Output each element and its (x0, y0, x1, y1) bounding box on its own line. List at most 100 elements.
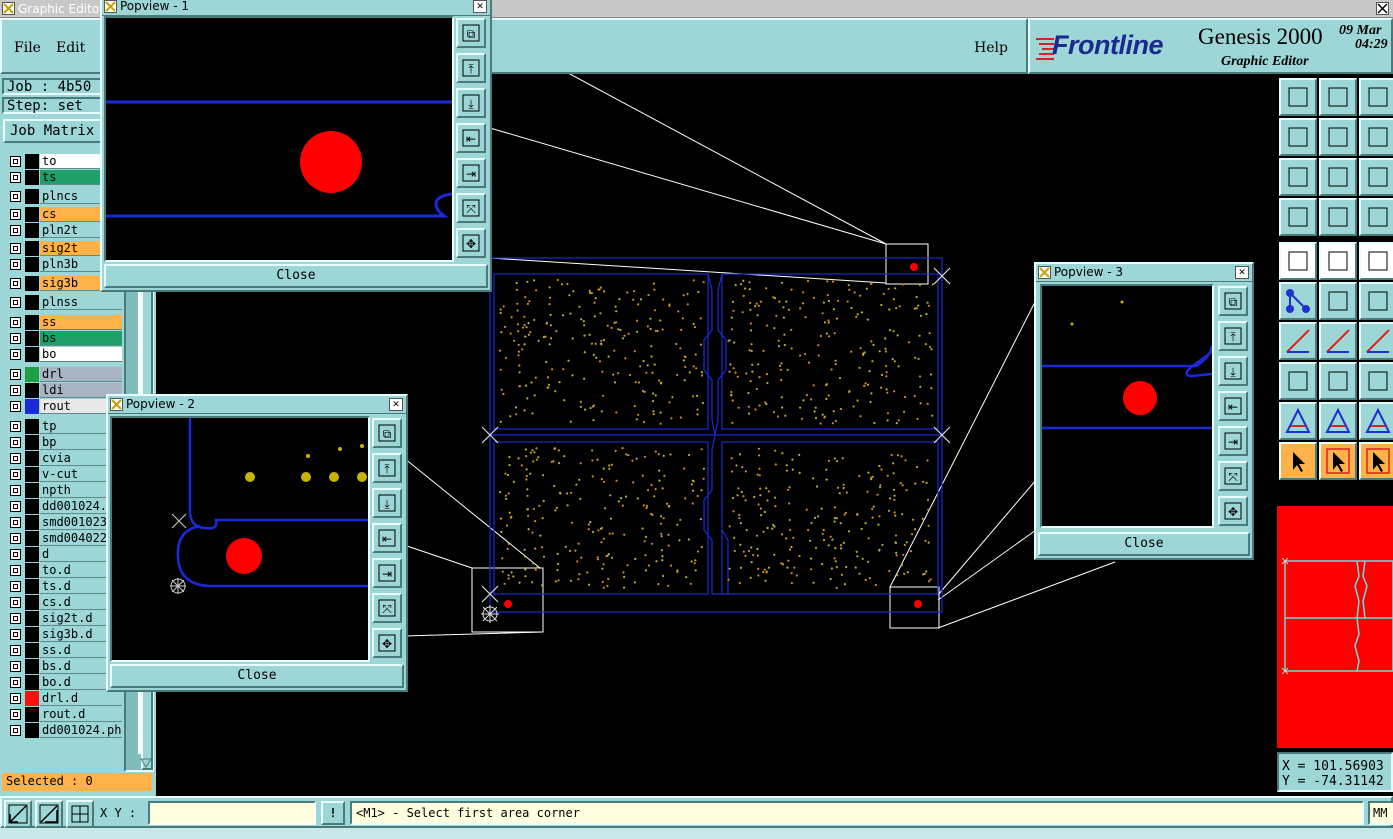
popview-3-tool-button[interactable]: ✥ (1218, 496, 1248, 526)
layer-color-swatch[interactable] (25, 611, 39, 626)
layer-color-swatch[interactable] (25, 383, 39, 398)
right-icon[interactable] (1319, 118, 1357, 156)
layer-color-swatch[interactable] (25, 419, 39, 434)
layer-checkbox[interactable] (10, 613, 21, 624)
layer-color-swatch[interactable] (25, 257, 39, 272)
scale-1-2-icon[interactable] (1359, 158, 1393, 196)
layer-color-swatch[interactable] (25, 435, 39, 450)
slope-icon[interactable] (1319, 322, 1357, 360)
connect-icon[interactable] (1279, 282, 1317, 320)
layer-checkbox[interactable] (10, 259, 21, 270)
close-icon[interactable]: ✕ (473, 0, 487, 13)
popview-2-tool-button[interactable]: ⇤ (372, 523, 402, 553)
layer-row[interactable]: cvia (2, 451, 122, 466)
layer-name[interactable]: bo (40, 347, 122, 362)
pointer-box-icon[interactable] (1319, 442, 1357, 480)
layer-row[interactable]: plnss (2, 295, 122, 310)
arch-icon[interactable] (1319, 402, 1357, 440)
stretch-icon[interactable] (1319, 362, 1357, 400)
measure-button[interactable] (35, 800, 63, 828)
units-indicator[interactable]: MM (1368, 801, 1393, 825)
layer-row[interactable]: to.d (2, 563, 122, 578)
layer-checkbox[interactable] (10, 693, 21, 704)
angle-icon[interactable] (1279, 322, 1317, 360)
close-icon[interactable]: ✕ (1235, 266, 1249, 279)
popview-1-close-button[interactable]: Close (104, 264, 488, 288)
layer-row[interactable]: ts.d (2, 579, 122, 594)
layer-row[interactable]: ss.d (2, 643, 122, 658)
arch2-icon[interactable] (1359, 402, 1393, 440)
popview-3-tool-button[interactable]: ⤒ (1218, 321, 1248, 351)
window-close-icon[interactable] (1376, 2, 1389, 15)
popview-1-titlebar[interactable]: Popview - 1 ✕ (102, 0, 490, 16)
layer-row[interactable]: bp (2, 435, 122, 450)
layer-color-swatch[interactable] (25, 643, 39, 658)
layer-color-swatch[interactable] (25, 276, 39, 291)
layer-color-swatch[interactable] (25, 331, 39, 346)
layer-color-swatch[interactable] (25, 223, 39, 238)
layer-color-swatch[interactable] (25, 499, 39, 514)
zoom-area-button[interactable] (4, 800, 32, 828)
triangle-icon[interactable] (1279, 402, 1317, 440)
home-icon[interactable] (1359, 78, 1393, 116)
left-icon[interactable] (1279, 118, 1317, 156)
popview-2-tool-button[interactable]: ⧉ (372, 418, 402, 448)
layer-name[interactable]: plnss (40, 295, 122, 310)
layer-color-swatch[interactable] (25, 207, 39, 222)
layer-color-swatch[interactable] (25, 241, 39, 256)
layer-row[interactable]: ldi (2, 383, 122, 398)
layer-color-swatch[interactable] (25, 189, 39, 204)
popview-3-tool-button[interactable]: ⇥ (1218, 426, 1248, 456)
layer-name[interactable]: drl (40, 367, 122, 382)
layer-checkbox[interactable] (10, 156, 21, 167)
popview-2-close-button[interactable]: Close (110, 664, 404, 688)
pointer-box2-icon[interactable] (1359, 442, 1393, 480)
layer-row[interactable]: tp (2, 419, 122, 434)
scroll-down-icon[interactable] (140, 758, 152, 768)
layer-row[interactable]: ss (2, 315, 122, 330)
close-icon[interactable]: ✕ (389, 398, 403, 411)
popview-3-view[interactable] (1040, 284, 1214, 528)
popview-2-tool-button[interactable]: ⤒ (372, 453, 402, 483)
resize-icon[interactable] (1359, 362, 1393, 400)
layer-checkbox[interactable] (10, 533, 21, 544)
layer-checkbox[interactable] (10, 172, 21, 183)
layers-icon[interactable] (1359, 198, 1393, 236)
popview-1-view[interactable] (104, 16, 454, 262)
layer-checkbox[interactable] (10, 597, 21, 608)
line-icon[interactable] (1319, 242, 1357, 280)
layer-checkbox[interactable] (10, 297, 21, 308)
layer-name[interactable]: ss (40, 315, 122, 330)
popview-1-tool-button[interactable]: ⇤ (456, 123, 486, 153)
layer-checkbox[interactable] (10, 191, 21, 202)
popview-3-titlebar[interactable]: Popview - 3 ✕ (1036, 264, 1252, 282)
layer-row[interactable]: bs (2, 331, 122, 346)
layer-color-swatch[interactable] (25, 707, 39, 722)
layer-checkbox[interactable] (10, 349, 21, 360)
job-matrix-button[interactable]: Job Matrix (3, 119, 113, 143)
layer-color-swatch[interactable] (25, 659, 39, 674)
popview-2-tool-button[interactable]: ⤧ (372, 593, 402, 623)
layer-color-swatch[interactable] (25, 483, 39, 498)
layer-color-swatch[interactable] (25, 595, 39, 610)
popview-2-tool-button[interactable]: ✥ (372, 628, 402, 658)
menu-file[interactable]: File (14, 40, 41, 56)
warning-button[interactable]: ! (321, 801, 345, 825)
layer-row[interactable]: d (2, 547, 122, 562)
layer-checkbox[interactable] (10, 437, 21, 448)
menu-edit[interactable]: Edit (56, 40, 85, 56)
layer-color-swatch[interactable] (25, 154, 39, 169)
popview-1-tool-button[interactable]: ⤧ (456, 193, 486, 223)
layer-row[interactable]: bo.d (2, 675, 122, 690)
cross-icon[interactable] (1319, 282, 1357, 320)
open-icon[interactable] (1279, 78, 1317, 116)
layer-checkbox[interactable] (10, 401, 21, 412)
layer-color-swatch[interactable] (25, 579, 39, 594)
pointer-icon[interactable] (1279, 442, 1317, 480)
layer-checkbox[interactable] (10, 549, 21, 560)
layer-checkbox[interactable] (10, 385, 21, 396)
popview-2-titlebar[interactable]: Popview - 2 ✕ (108, 396, 406, 414)
layer-color-swatch[interactable] (25, 347, 39, 362)
layer-name[interactable]: drl.d (40, 691, 122, 706)
layer-color-swatch[interactable] (25, 367, 39, 382)
